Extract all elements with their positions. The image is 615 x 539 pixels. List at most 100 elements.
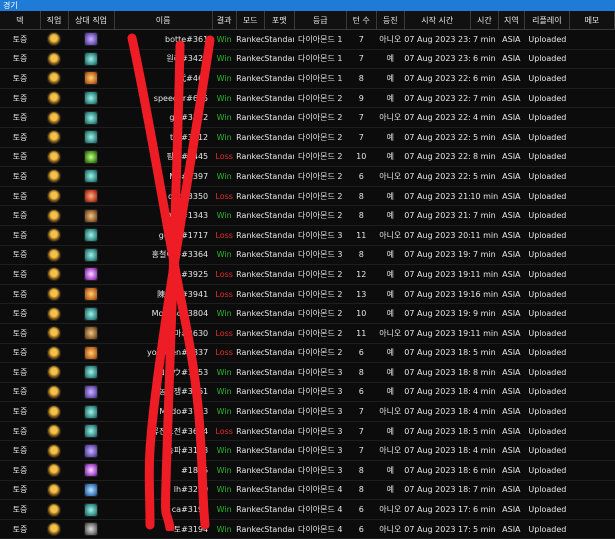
- cell-memo[interactable]: [569, 147, 615, 168]
- table-row[interactable]: 토증 ロナウ#1253WinRankedStandard다이아몬드 38예07 A…: [0, 362, 615, 383]
- cell-memo[interactable]: [569, 107, 615, 128]
- col-header-memo[interactable]: 메모: [569, 11, 615, 30]
- cell-memo[interactable]: [569, 519, 615, 539]
- cell-replay[interactable]: Uploaded: [524, 421, 570, 442]
- cell-memo[interactable]: [569, 29, 615, 50]
- cell-replay[interactable]: Uploaded: [524, 49, 570, 70]
- cell-memo[interactable]: [569, 362, 615, 383]
- table-row[interactable]: 토증 gq#3925LossRankedStandard다이아몬드 212예07 …: [0, 264, 615, 285]
- table-row[interactable]: 토증 lh#3260WinRankedStandard다이아몬드 48예07 Au…: [0, 480, 615, 501]
- cell-replay[interactable]: Uploaded: [524, 519, 570, 539]
- table-row[interactable]: 토증 botte#361WinRankedStandard다이아몬드 17아니오0…: [0, 29, 615, 50]
- table-row[interactable]: 토증 농구쟁#3361WinRankedStandard다이아몬드 36예07 A…: [0, 382, 615, 403]
- table-row[interactable]: 토증 dat#3350LossRankedStandard다이아몬드 28예07 …: [0, 186, 615, 207]
- cell-replay[interactable]: Uploaded: [524, 127, 570, 148]
- cell-mode: Ranked: [236, 205, 265, 226]
- cell-replay[interactable]: Uploaded: [524, 88, 570, 109]
- class-crest-icon: [47, 404, 62, 419]
- table-row[interactable]: 토증 gjc#3312WinRankedStandard다이아몬드 27아니오07…: [0, 107, 615, 128]
- cell-replay[interactable]: Uploaded: [524, 303, 570, 324]
- cell-memo[interactable]: [569, 186, 615, 207]
- col-header-mode[interactable]: 모드: [236, 11, 265, 30]
- cell-memo[interactable]: [569, 499, 615, 520]
- cell-memo[interactable]: [569, 205, 615, 226]
- cell-replay[interactable]: Uploaded: [524, 343, 570, 364]
- cell-replay[interactable]: Uploaded: [524, 499, 570, 520]
- table-row[interactable]: 토증 Mosesc#3804WinRankedStandard다이아몬드 210예…: [0, 303, 615, 324]
- table-row[interactable]: 토증 #1835WinRankedStandard다이아몬드 38예07 Aug …: [0, 460, 615, 481]
- cell-replay[interactable]: Uploaded: [524, 460, 570, 481]
- cell-memo[interactable]: [569, 421, 615, 442]
- cell-name: D 꼬#1343: [114, 205, 213, 226]
- table-row[interactable]: 토증 Mo#3397WinRankedStandard다이아몬드 26아니오07 …: [0, 166, 615, 187]
- cell-memo[interactable]: [569, 127, 615, 148]
- cell-memo[interactable]: [569, 440, 615, 462]
- col-header-class[interactable]: 직업: [40, 11, 69, 30]
- table-row[interactable]: 토증 speeder#635WinRankedStandard다이아몬드 29예0…: [0, 88, 615, 109]
- cell-memo[interactable]: [569, 68, 615, 89]
- cell-memo[interactable]: [569, 401, 615, 422]
- cell-replay[interactable]: Uploaded: [524, 205, 570, 226]
- cell-memo[interactable]: [569, 225, 615, 246]
- table-row[interactable]: 토증 오마#3630LossRankedStandard다이아몬드 211아니오0…: [0, 323, 615, 344]
- table-row[interactable]: 토증 핑디#3445LossRankedStandard다이아몬드 210예07 …: [0, 147, 615, 168]
- cell-replay[interactable]: Uploaded: [524, 264, 570, 285]
- col-header-opponent-class[interactable]: 상대 직업: [68, 11, 115, 30]
- table-row[interactable]: 토증 토#3194WinRankedStandard다이아몬드 46아니오07 A…: [0, 519, 615, 539]
- cell-replay[interactable]: Uploaded: [524, 68, 570, 89]
- col-header-rank[interactable]: 등급: [294, 11, 347, 30]
- col-header-duration[interactable]: 시간: [470, 11, 499, 30]
- class-crest-icon: [47, 365, 62, 380]
- col-header-replay[interactable]: 리플레이: [524, 11, 570, 30]
- table-row[interactable]: 토증 ggigo#1717LossRankedStandard다이아몬드 311아…: [0, 225, 615, 246]
- cell-replay[interactable]: Uploaded: [524, 480, 570, 501]
- table-row[interactable]: 토증 송파#3178WinRankedStandard다이아몬드 37아니오07 …: [0, 440, 615, 462]
- cell-memo[interactable]: [569, 284, 615, 305]
- table-row[interactable]: 토증 武#462WinRankedStandard다이아몬드 18예07 Aug …: [0, 68, 615, 89]
- col-header-turns[interactable]: 턴 수: [346, 11, 377, 30]
- cell-replay[interactable]: Uploaded: [524, 29, 570, 50]
- cell-memo[interactable]: [569, 166, 615, 187]
- cell-memo[interactable]: [569, 343, 615, 364]
- table-row[interactable]: 토증 陳友真#3941LossRankedStandard다이아몬드 213예07…: [0, 284, 615, 305]
- cell-replay[interactable]: Uploaded: [524, 401, 570, 422]
- cell-replay[interactable]: Uploaded: [524, 225, 570, 246]
- cell-memo[interactable]: [569, 264, 615, 285]
- cell-memo[interactable]: [569, 460, 615, 481]
- col-header-region[interactable]: 지역: [498, 11, 525, 30]
- cell-coin: 예: [376, 147, 405, 168]
- cell-replay[interactable]: Uploaded: [524, 166, 570, 187]
- cell-replay[interactable]: Uploaded: [524, 284, 570, 305]
- col-header-coin[interactable]: 등진: [376, 11, 405, 30]
- cell-mode: Ranked: [236, 480, 265, 501]
- table-row[interactable]: 토증 홍철이는#3364WinRankedStandard다이아몬드 38예07 …: [0, 245, 615, 266]
- cell-replay[interactable]: Uploaded: [524, 382, 570, 403]
- cell-memo[interactable]: [569, 88, 615, 109]
- cell-replay[interactable]: Uploaded: [524, 362, 570, 383]
- cell-replay[interactable]: Uploaded: [524, 147, 570, 168]
- col-header-deck[interactable]: 덱: [0, 11, 41, 30]
- cell-memo[interactable]: [569, 323, 615, 344]
- cell-replay[interactable]: Uploaded: [524, 440, 570, 462]
- table-row[interactable]: 토증 tro#3112WinRankedStandard다이아몬드 27예07 A…: [0, 127, 615, 148]
- col-header-format[interactable]: 포맷: [264, 11, 295, 30]
- cell-memo[interactable]: [569, 382, 615, 403]
- table-row[interactable]: 토증 ca#3190WinRankedStandard다이아몬드 46아니오07 …: [0, 499, 615, 520]
- cell-memo[interactable]: [569, 303, 615, 324]
- cell-replay[interactable]: Uploaded: [524, 107, 570, 128]
- col-header-result[interactable]: 결과: [212, 11, 237, 30]
- table-row[interactable]: 토증 D 꼬#1343WinRankedStandard다이아몬드 28예07 A…: [0, 205, 615, 226]
- col-header-name[interactable]: 이름: [114, 11, 213, 30]
- cell-memo[interactable]: [569, 480, 615, 501]
- cell-memo[interactable]: [569, 245, 615, 266]
- cell-replay[interactable]: Uploaded: [524, 323, 570, 344]
- cell-memo[interactable]: [569, 49, 615, 70]
- table-row[interactable]: 토증 류진느전#3694LossRankedStandard다이아몬드 37예07…: [0, 421, 615, 442]
- table-row[interactable]: 토증 yourDen#3837LossRankedStandard다이아몬드 26…: [0, 343, 615, 364]
- cell-replay[interactable]: Uploaded: [524, 245, 570, 266]
- table-row[interactable]: 토증 Mado#3743WinRankedStandard다이아몬드 37아니오0…: [0, 401, 615, 422]
- cell-replay[interactable]: Uploaded: [524, 186, 570, 207]
- table-row[interactable]: 토증 원라#3429WinRankedStandard다이아몬드 17예07 Au…: [0, 49, 615, 70]
- cell-coin: 아니오: [376, 519, 405, 539]
- col-header-start-time[interactable]: 시작 시간: [404, 11, 471, 30]
